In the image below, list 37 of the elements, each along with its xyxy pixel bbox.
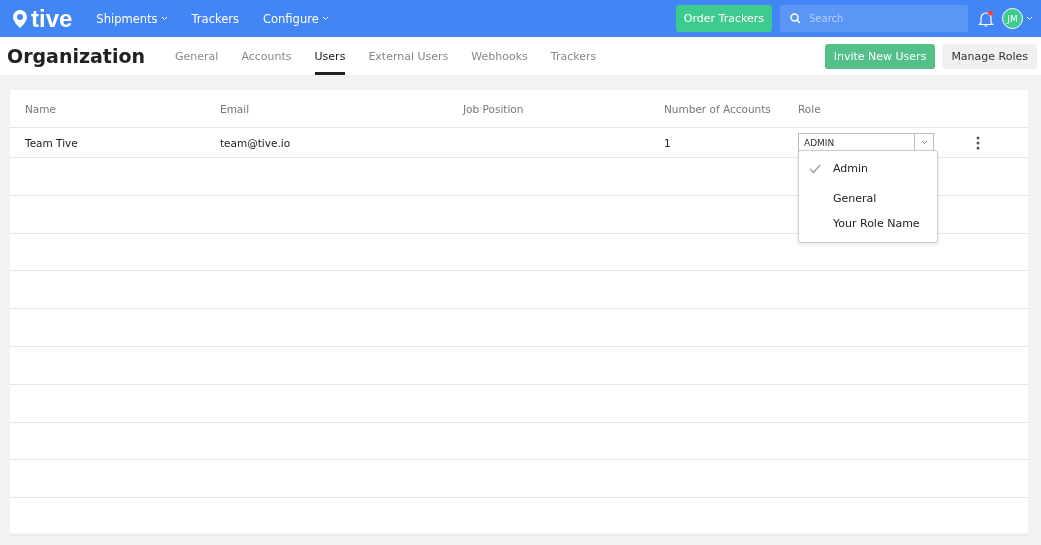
nav-link[interactable]: Configure: [263, 11, 329, 26]
more-icon[interactable]: [976, 135, 980, 150]
nav-link[interactable]: Shipments: [96, 11, 168, 26]
caret-icon: [920, 140, 928, 145]
menu-option[interactable]: Your Role Name: [799, 211, 937, 236]
tab[interactable]: Webhooks: [471, 37, 528, 75]
invite-button[interactable]: Invite New Users: [824, 43, 936, 69]
table-cell-text: team@tive.io: [220, 136, 292, 149]
tab[interactable]: Users: [314, 37, 346, 75]
table-cell-text: 1: [664, 136, 672, 149]
nav-link[interactable]: Trackers: [191, 11, 239, 26]
tab[interactable]: External Users: [368, 37, 449, 75]
search-field[interactable]: Search: [780, 5, 968, 32]
check-icon: [809, 163, 821, 174]
column-header: Email: [220, 102, 251, 115]
logo-text: tive: [31, 4, 73, 33]
manage-roles-button[interactable]: Manage Roles: [942, 43, 1037, 69]
logo[interactable]: tive: [12, 4, 73, 33]
chevron-down-icon: [321, 16, 329, 21]
user-avatar[interactable]: JM: [1002, 8, 1023, 29]
menu-option[interactable]: General: [799, 186, 937, 211]
tab[interactable]: Trackers: [550, 37, 597, 75]
menu-option[interactable]: Admin: [799, 155, 937, 182]
location-pin-icon: [12, 8, 28, 29]
bell-icon[interactable]: [978, 9, 994, 28]
search-icon: [790, 13, 801, 24]
tab[interactable]: Accounts: [241, 37, 292, 75]
order-trackers-button[interactable]: Order Trackers: [675, 5, 772, 32]
tab[interactable]: General: [175, 37, 219, 75]
chevron-down-icon: [1026, 16, 1033, 21]
column-header: Name: [25, 102, 57, 115]
column-header: Role: [798, 102, 822, 115]
table-cell-text: Team Tive: [25, 136, 79, 149]
page-title: Organization: [7, 45, 146, 67]
chevron-down-icon: [160, 16, 168, 21]
column-header: Number of Accounts: [664, 102, 772, 115]
column-header: Job Position: [463, 102, 525, 115]
